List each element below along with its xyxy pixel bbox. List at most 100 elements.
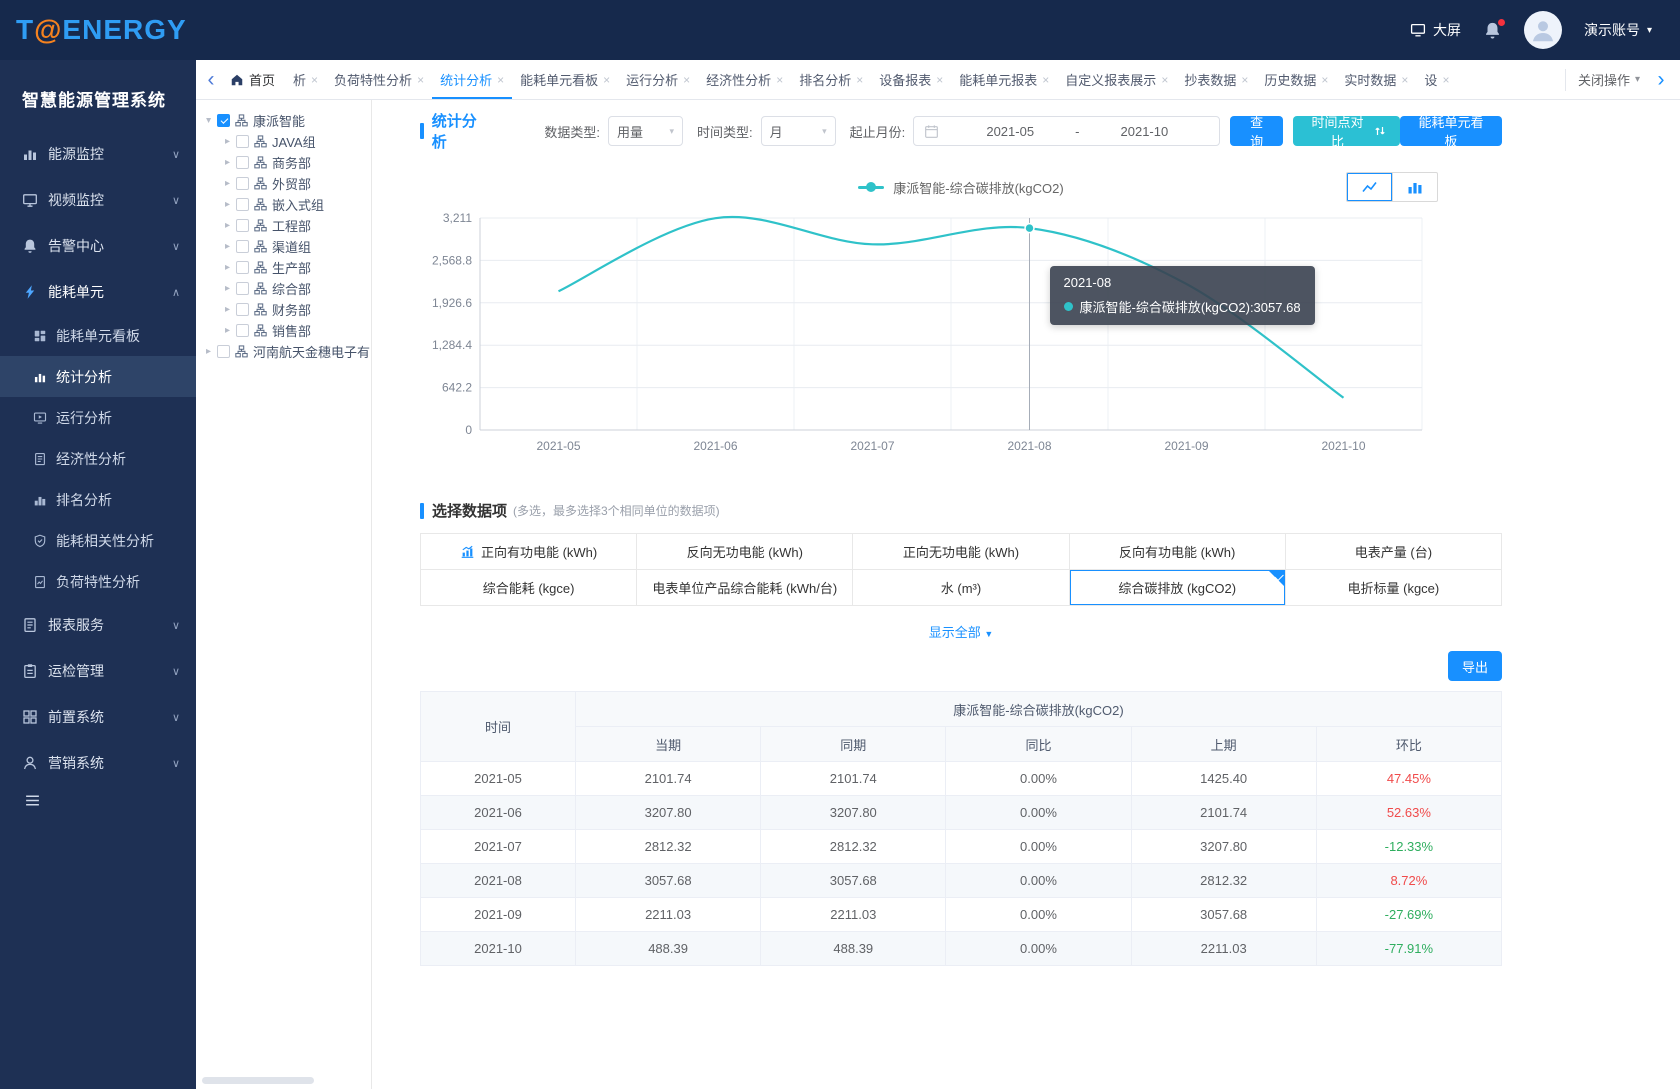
tree-expand-caret-icon[interactable]: ▸ <box>221 241 234 252</box>
close-operations-button[interactable]: 关闭操作 ▾ <box>1565 69 1652 91</box>
tab[interactable]: 设备报表× <box>871 60 951 99</box>
tab[interactable]: 设× <box>1416 60 1457 99</box>
sidebar-subitem-correlation-shield[interactable]: 能耗相关性分析 <box>0 520 196 561</box>
month-range-picker[interactable]: 2021-05 - 2021-10 <box>913 116 1220 146</box>
tree-expand-caret-icon[interactable]: ▸ <box>221 262 234 273</box>
tab-close-icon[interactable]: × <box>1442 73 1449 87</box>
sidebar-subitem-kanban[interactable]: 能耗单元看板 <box>0 315 196 356</box>
tab[interactable]: 能耗单元报表× <box>951 60 1057 99</box>
sidebar-subitem-ranking-bars[interactable]: 排名分析 <box>0 479 196 520</box>
tab[interactable]: 历史数据× <box>1256 60 1336 99</box>
account-menu[interactable]: 演示账号 ▾ <box>1584 20 1652 40</box>
tree-checkbox[interactable] <box>236 261 249 274</box>
tab-close-icon[interactable]: × <box>936 73 943 87</box>
data-item-cell[interactable]: 综合能耗 (kgce) <box>421 570 637 606</box>
tree-node[interactable]: ▸商务部 <box>202 152 369 173</box>
collapse-menu-button[interactable] <box>24 792 41 809</box>
tab-close-icon[interactable]: × <box>1161 73 1168 87</box>
tree-checkbox[interactable] <box>236 303 249 316</box>
tree-checkbox[interactable] <box>236 177 249 190</box>
tab-close-icon[interactable]: × <box>1321 73 1328 87</box>
chart-legend[interactable]: 康派智能-综合碳排放(kgCO2) <box>858 178 1063 197</box>
tab-close-icon[interactable]: × <box>1241 73 1248 87</box>
sidebar-item-alarm-bell[interactable]: 告警中心∨ <box>0 223 196 269</box>
tab[interactable]: 析× <box>285 60 326 99</box>
tree-expand-caret-icon[interactable]: ▸ <box>221 157 234 168</box>
tree-checkbox[interactable] <box>236 156 249 169</box>
avatar[interactable] <box>1524 11 1562 49</box>
data-item-cell[interactable]: 电表产量 (台) <box>1286 534 1502 570</box>
sidebar-item-report-doc[interactable]: 报表服务∨ <box>0 602 196 648</box>
tree-expand-caret-icon[interactable]: ▸ <box>221 283 234 294</box>
sidebar-item-marketing-user[interactable]: 营销系统∨ <box>0 740 196 786</box>
tab[interactable]: 运行分析× <box>618 60 698 99</box>
data-item-cell[interactable]: 反向有功电能 (kWh) <box>1070 534 1286 570</box>
tabs-scroll-right-button[interactable]: › <box>1652 62 1670 98</box>
tab[interactable]: 负荷特性分析× <box>326 60 432 99</box>
tree-checkbox[interactable] <box>236 135 249 148</box>
tree-node[interactable]: ▸工程部 <box>202 215 369 236</box>
tree-node[interactable]: ▸外贸部 <box>202 173 369 194</box>
tab-close-icon[interactable]: × <box>683 73 690 87</box>
data-type-select[interactable]: 用量 ▾ <box>608 116 683 146</box>
tab[interactable]: 实时数据× <box>1336 60 1416 99</box>
tree-expand-caret-icon[interactable]: ▸ <box>221 178 234 189</box>
data-item-cell[interactable]: 水 (m³) <box>853 570 1069 606</box>
tab-close-icon[interactable]: × <box>311 73 318 87</box>
notification-bell-button[interactable] <box>1483 21 1502 40</box>
sidebar-item-ops-clipboard[interactable]: 运检管理∨ <box>0 648 196 694</box>
tab[interactable]: 排名分析× <box>791 60 871 99</box>
tab[interactable]: 抄表数据× <box>1176 60 1256 99</box>
sidebar-subitem-load-doc[interactable]: 负荷特性分析 <box>0 561 196 602</box>
tree-expand-caret-icon[interactable]: ▸ <box>221 136 234 147</box>
show-all-link[interactable]: 显示全部 ▼ <box>420 622 1502 641</box>
tab-home[interactable]: 首页 <box>220 60 285 99</box>
sidebar-subitem-economy-doc[interactable]: 经济性分析 <box>0 438 196 479</box>
tree-node[interactable]: ▸综合部 <box>202 278 369 299</box>
sidebar-item-energy-monitor[interactable]: 能源监控∨ <box>0 131 196 177</box>
data-item-cell[interactable]: 正向有功电能 (kWh) <box>421 534 637 570</box>
tree-node[interactable]: ▸嵌入式组 <box>202 194 369 215</box>
tree-node[interactable]: ▸销售部 <box>202 320 369 341</box>
tree-expand-caret-icon[interactable]: ▸ <box>202 346 215 357</box>
tab[interactable]: 经济性分析× <box>698 60 791 99</box>
tree-checkbox[interactable] <box>236 219 249 232</box>
tab[interactable]: 自定义报表展示× <box>1057 60 1176 99</box>
data-item-cell[interactable]: 反向无功电能 (kWh) <box>637 534 853 570</box>
tab-close-icon[interactable]: × <box>603 73 610 87</box>
tree-node[interactable]: ▸生产部 <box>202 257 369 278</box>
bar-chart-toggle[interactable] <box>1392 173 1437 201</box>
tab-close-icon[interactable]: × <box>856 73 863 87</box>
tree-checkbox[interactable] <box>217 345 230 358</box>
data-item-cell[interactable]: 电表单位产品综合能耗 (kWh/台) <box>637 570 853 606</box>
export-button[interactable]: 导出 <box>1448 651 1502 681</box>
horizontal-scrollbar-thumb[interactable] <box>202 1077 314 1084</box>
energy-unit-kanban-button[interactable]: 能耗单元看板 <box>1400 116 1502 146</box>
tree-expand-caret-icon[interactable]: ▸ <box>221 199 234 210</box>
tree-expand-caret-icon[interactable]: ▸ <box>221 325 234 336</box>
query-button[interactable]: 查询 <box>1230 116 1283 146</box>
data-item-cell[interactable]: 电折标量 (kgce) <box>1286 570 1502 606</box>
tree-checkbox[interactable] <box>236 240 249 253</box>
sidebar-subitem-stats-chart[interactable]: 统计分析 <box>0 356 196 397</box>
tree-checkbox[interactable] <box>217 114 230 127</box>
time-type-select[interactable]: 月 ▾ <box>761 116 836 146</box>
tree-node[interactable]: ▸康派智能 <box>202 110 369 131</box>
tree-node[interactable]: ▸河南航天金穗电子有 <box>202 341 369 362</box>
tab-close-icon[interactable]: × <box>776 73 783 87</box>
sidebar-item-energy-bolt[interactable]: 能耗单元∧ <box>0 269 196 315</box>
tree-checkbox[interactable] <box>236 198 249 211</box>
tree-node[interactable]: ▸渠道组 <box>202 236 369 257</box>
line-chart-toggle[interactable] <box>1347 173 1392 201</box>
tab-close-icon[interactable]: × <box>497 73 504 87</box>
sidebar-subitem-run-monitor[interactable]: 运行分析 <box>0 397 196 438</box>
tab-close-icon[interactable]: × <box>1401 73 1408 87</box>
tree-node[interactable]: ▸JAVA组 <box>202 131 369 152</box>
data-item-cell[interactable]: 正向无功电能 (kWh) <box>853 534 1069 570</box>
tree-expand-caret-icon[interactable]: ▸ <box>203 114 214 127</box>
sidebar-item-front-grid[interactable]: 前置系统∨ <box>0 694 196 740</box>
time-compare-button[interactable]: 时间点对比 <box>1293 116 1400 146</box>
tree-expand-caret-icon[interactable]: ▸ <box>221 220 234 231</box>
tab[interactable]: 能耗单元看板× <box>512 60 618 99</box>
tree-expand-caret-icon[interactable]: ▸ <box>221 304 234 315</box>
